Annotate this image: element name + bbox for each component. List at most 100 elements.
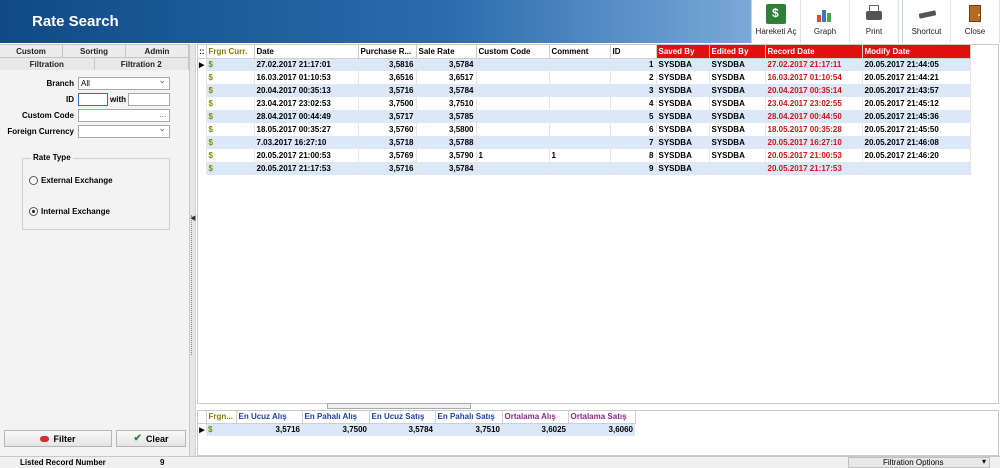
cell-saved-by: SYSDBA (656, 149, 710, 162)
tab-sorting[interactable]: Sorting (63, 44, 126, 57)
shortcut-button[interactable]: Shortcut (902, 0, 951, 43)
table-row[interactable]: $16.03.2017 01:10:53 3,6516 3,6517 2 SYSDBA S… (198, 71, 971, 84)
filter-panel: Custom Sorting Admin Filtration Filtrati… (0, 44, 190, 456)
cell-modify-date: 20.05.2017 21:45:36 (862, 110, 971, 123)
clear-button[interactable]: ✔ Clear (116, 430, 186, 447)
cell-saved-by: SYSDBA (656, 58, 710, 71)
external-exchange-radio[interactable]: External Exchange (29, 176, 113, 185)
tab-filtration-2[interactable]: Filtration 2 (94, 57, 189, 70)
column-header-saved-by[interactable]: Saved By (656, 45, 710, 59)
cell-custom-code (476, 136, 550, 149)
column-header-modify-date[interactable]: Modify Date (862, 45, 971, 59)
cell-custom-code (476, 84, 550, 97)
cell-purchase-rate: 3,5769 (358, 149, 417, 162)
custom-code-input[interactable]: … (78, 109, 170, 122)
cell-comment (549, 136, 611, 149)
summary-header-min-purchase[interactable]: En Ucuz Alış (236, 411, 303, 424)
filter-button[interactable]: Filter (4, 430, 112, 447)
table-row[interactable]: $23.04.2017 23:02:53 3,7500 3,7510 4 SYSDBA S… (198, 97, 971, 110)
cell-record-date: 18.05.2017 00:35:28 (765, 123, 863, 136)
cell-modify-date: 20.05.2017 21:43:57 (862, 84, 971, 97)
grid-horizontal-scrollbar[interactable] (327, 403, 471, 409)
print-button[interactable]: Print (850, 0, 899, 43)
table-row[interactable]: $18.05.2017 00:35:27 3,5760 3,5800 6 SYSDBA S… (198, 123, 971, 136)
summary-header-min-sale[interactable]: En Ucuz Satış (369, 411, 436, 424)
column-header-comment[interactable]: Comment (549, 45, 611, 59)
column-header-custom-code[interactable]: Custom Code (476, 45, 550, 59)
table-row[interactable]: $20.04.2017 00:35:13 3,5716 3,5784 3 SYSDBA S… (198, 84, 971, 97)
cell-date: 20.05.2017 21:00:53 (254, 149, 359, 162)
branch-select[interactable]: All (78, 75, 170, 90)
row-pointer-icon: ▶ (198, 58, 207, 71)
table-row[interactable]: $28.04.2017 00:44:49 3,5717 3,5785 5 SYSDBA S… (198, 110, 971, 123)
close-button[interactable]: Close (951, 0, 1000, 43)
row-indicator (198, 110, 207, 123)
cell-id: 5 (610, 110, 657, 123)
cell-curr: $ (206, 110, 255, 123)
internal-exchange-radio[interactable]: Internal Exchange (29, 207, 110, 216)
table-row[interactable]: $7.03.2017 16:27:10 3,5718 3,5788 7 SYSDBA SY… (198, 136, 971, 149)
cell-custom-code (476, 123, 550, 136)
row-pointer-icon: ▶ (198, 423, 206, 436)
summary-grid: Frgn... En Ucuz Alış En Pahalı Alış En U… (197, 410, 999, 456)
summary-cell-min-sale: 3,5784 (369, 423, 435, 436)
hareket-ac-button[interactable]: Hareketi Aç (752, 0, 801, 43)
column-header-sale-rate[interactable]: Sale Rate (416, 45, 477, 59)
id-row: ID with (0, 92, 189, 108)
summary-header-max-sale[interactable]: En Pahalı Satış (435, 411, 503, 424)
table-row[interactable]: $20.05.2017 21:17:53 3,5716 3,5784 9 SYSDBA 2… (198, 162, 971, 175)
column-header-frgn-curr[interactable]: Frgn Curr. (206, 45, 255, 59)
hareket-icon (766, 4, 786, 24)
id-to-input[interactable] (128, 93, 170, 106)
column-header-purchase-rate[interactable]: Purchase R... (358, 45, 417, 59)
panel-splitter[interactable]: ◀ (190, 44, 196, 456)
cell-comment (549, 71, 611, 84)
id-from-input[interactable] (78, 93, 108, 106)
cell-date: 28.04.2017 00:44:49 (254, 110, 359, 123)
tab-filtration[interactable]: Filtration (0, 57, 95, 70)
cell-sale-rate: 3,5784 (416, 58, 477, 71)
branch-label: Branch (46, 79, 74, 88)
cell-id: 2 (610, 71, 657, 84)
foreign-currency-label: Foreign Currency (7, 127, 74, 136)
column-header-id[interactable]: ID (610, 45, 657, 59)
graph-icon (815, 4, 835, 24)
cell-curr: $ (206, 136, 255, 149)
table-row[interactable]: $20.05.2017 21:00:53 3,5769 3,5790 1 1 8 SYSDB… (198, 149, 971, 162)
tab-admin[interactable]: Admin (126, 44, 189, 57)
cell-sale-rate: 3,5784 (416, 162, 477, 175)
cell-saved-by: SYSDBA (656, 71, 710, 84)
column-header-date[interactable]: Date (254, 45, 359, 59)
summary-header-avg-purchase[interactable]: Ortalama Alış (502, 411, 569, 424)
cell-sale-rate: 3,5790 (416, 149, 477, 162)
tab-custom[interactable]: Custom (0, 44, 63, 57)
branch-row: Branch All (0, 75, 189, 92)
cell-edited-by: SYSDBA (709, 97, 766, 110)
tab-row-top: Custom Sorting Admin (0, 44, 189, 57)
splitter-grip (191, 215, 195, 355)
summary-header-frgn[interactable]: Frgn... (206, 411, 237, 424)
cell-curr: $ (206, 149, 255, 162)
column-header-record-date[interactable]: Record Date (765, 45, 863, 59)
filtration-options-dropdown[interactable]: Filtration Options (848, 457, 990, 468)
summary-header-avg-sale[interactable]: Ortalama Satış (568, 411, 636, 424)
cell-modify-date: 20.05.2017 21:45:12 (862, 97, 971, 110)
cell-custom-code (476, 58, 550, 71)
graph-button[interactable]: Graph (801, 0, 850, 43)
row-indicator (198, 162, 207, 175)
toolbar: Hareketi Aç Graph Print Shortcut Close (751, 0, 1000, 43)
summary-header-max-purchase[interactable]: En Pahalı Alış (302, 411, 370, 424)
ellipsis-icon[interactable]: … (159, 109, 167, 120)
rate-type-legend: Rate Type (31, 153, 73, 162)
custom-code-row: Custom Code … (0, 108, 189, 124)
column-header-edited-by[interactable]: Edited By (709, 45, 766, 59)
cell-id: 4 (610, 97, 657, 110)
cell-saved-by: SYSDBA (656, 84, 710, 97)
foreign-currency-select[interactable] (78, 123, 170, 138)
summary-row[interactable]: ▶ $ 3,5716 3,7500 3,5784 3,7510 3,6025 3… (198, 423, 635, 436)
tab-row-bottom: Filtration Filtration 2 (0, 57, 189, 70)
cell-purchase-rate: 3,5716 (358, 84, 417, 97)
table-row[interactable]: ▶ $27.02.2017 21:17:01 3,5816 3,5784 1 SYSDBA… (198, 58, 971, 71)
cell-custom-code (476, 162, 550, 175)
cell-sale-rate: 3,5785 (416, 110, 477, 123)
